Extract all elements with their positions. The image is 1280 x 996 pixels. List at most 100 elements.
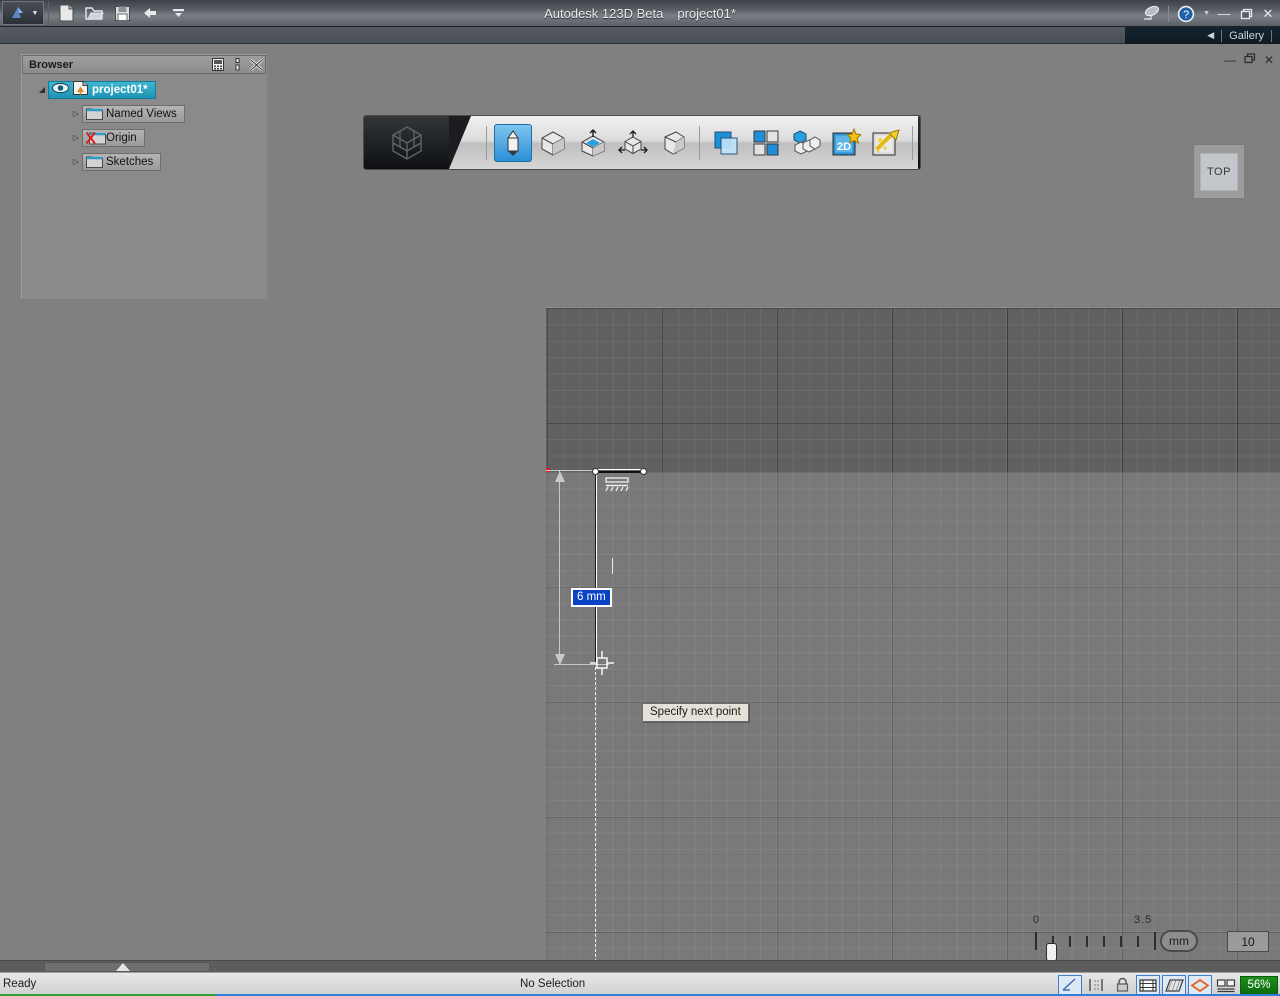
view-cube[interactable]: TOP — [1193, 144, 1245, 199]
quick-access-dropdown-icon[interactable] — [167, 2, 189, 24]
doc-close-button[interactable]: ✕ — [1264, 53, 1274, 67]
expander-collapsed-icon[interactable]: ▷ — [70, 132, 82, 144]
group-tool[interactable] — [787, 124, 825, 162]
pencil-icon — [507, 129, 519, 156]
gallery-divider-left — [1221, 29, 1223, 42]
folder-icon — [86, 155, 103, 168]
gallery-tab[interactable]: ◀ Gallery — [1201, 27, 1278, 44]
tree-item-sketches[interactable]: ▷ Sketches — [22, 152, 267, 171]
window-title: Autodesk 123D Beta project01* — [0, 0, 1280, 27]
autodesk-logo-icon — [11, 6, 23, 18]
tree-item-project[interactable]: ◢ project01* — [22, 80, 267, 99]
lock-icon[interactable] — [1110, 975, 1134, 995]
grid-display-icon[interactable] — [1136, 975, 1160, 995]
toolbar-end-cap — [918, 116, 920, 169]
command-tooltip: Specify next point — [642, 703, 749, 722]
tree-node-sketches[interactable]: Sketches — [82, 152, 162, 171]
satellite-dish-icon[interactable] — [1140, 3, 1162, 25]
expander-collapsed-icon[interactable]: ◢ — [36, 84, 48, 96]
tree-item-origin[interactable]: ▷ Origin — [22, 128, 267, 147]
fold-cube-icon — [664, 130, 685, 155]
horizontal-scrollbar[interactable] — [0, 960, 1280, 972]
save-file-icon[interactable] — [111, 2, 133, 24]
tree-label-origin: Origin — [106, 131, 137, 144]
drawing-2d-tool[interactable]: 2D — [827, 124, 865, 162]
app-menu-caret-icon: ▼ — [31, 9, 39, 17]
tree-node-project01[interactable]: project01* — [48, 80, 156, 99]
hidden-folder-icon — [85, 131, 106, 145]
combine-squares-icon — [714, 131, 738, 154]
browser-panel: Browser ◢ project01* ▷ Named Views ▷ Ori… — [21, 54, 267, 299]
browser-close-icon[interactable] — [249, 57, 263, 72]
pattern-tool[interactable] — [654, 124, 692, 162]
browser-list-view-icon[interactable] — [211, 57, 225, 72]
dimension-arrow-up-icon — [555, 471, 565, 482]
doc-minimize-button[interactable]: — — [1224, 53, 1236, 67]
dimension-arrow-down-icon — [555, 654, 565, 665]
tree-node-origin[interactable]: Origin — [82, 128, 145, 147]
transform-cube-icon — [618, 129, 648, 154]
zoom-level-badge[interactable]: 56% — [1240, 975, 1278, 995]
sketch-point-start[interactable] — [592, 468, 599, 475]
visibility-eye-icon[interactable] — [52, 82, 69, 97]
open-file-icon[interactable] — [83, 2, 105, 24]
undo-icon[interactable] — [139, 2, 161, 24]
ruler-unit-button[interactable]: mm — [1160, 930, 1198, 952]
orbit-mode-icon[interactable] — [1188, 975, 1212, 995]
combine-tool[interactable] — [707, 124, 745, 162]
window-maximize-button[interactable] — [1238, 5, 1254, 23]
ruler-tick — [1035, 932, 1037, 950]
quick-access-toolbar — [48, 1, 189, 25]
grid-horizon-line — [546, 307, 1280, 308]
chevron-left-icon[interactable]: ◀ — [1207, 30, 1214, 41]
sketch-tool[interactable] — [494, 123, 532, 162]
view-cube-face-label[interactable]: TOP — [1200, 152, 1238, 191]
toolbar-tool-group: 2D — [449, 123, 918, 162]
2d-star-icon: 2D — [832, 127, 861, 155]
dual-view-icon[interactable] — [1214, 975, 1238, 995]
tree-label-sketches: Sketches — [106, 155, 154, 168]
ruler-tick — [1086, 936, 1088, 947]
grid-pattern-tool[interactable] — [747, 124, 785, 162]
toolbar-logo[interactable] — [364, 116, 471, 169]
ruler-max-value-field[interactable]: 10 — [1227, 931, 1269, 952]
dimension-input-field[interactable]: 6 mm — [571, 588, 612, 607]
browser-dock-pin-icon[interactable] — [230, 57, 244, 72]
horizontal-constraint-icon[interactable] — [605, 477, 631, 493]
application-menu-button[interactable]: ▼ — [2, 1, 44, 25]
sketch-plane-icon[interactable] — [1162, 975, 1186, 995]
tree-item-named-views[interactable]: ▷ Named Views — [22, 104, 267, 123]
expander-collapsed-icon[interactable]: ▷ — [70, 108, 82, 120]
construct-tool[interactable] — [574, 124, 612, 162]
ruler-tick — [1069, 936, 1071, 947]
help-icon[interactable]: ? — [1175, 3, 1197, 25]
ruler-tick-label-min: 0 — [1033, 914, 1041, 926]
toolbar-separator — [912, 125, 913, 160]
sketch-point-end[interactable] — [640, 468, 647, 475]
snap-angle-icon[interactable] — [1058, 975, 1082, 995]
sketch-vertical-line[interactable] — [595, 471, 597, 664]
four-squares-icon — [753, 130, 779, 155]
title-bar: ▼ Autodesk 123D Beta project01* ? ▼ — ✕ — [0, 0, 1280, 27]
ruler-tick — [1120, 936, 1122, 947]
selection-status-text: No Selection — [520, 978, 586, 990]
window-minimize-button[interactable]: — — [1216, 5, 1232, 23]
smart-tool[interactable] — [867, 124, 905, 162]
scrollbar-grip-icon[interactable] — [116, 963, 130, 971]
snap-grid-icon[interactable] — [1084, 975, 1108, 995]
viewport-canvas[interactable]: 6 mm Specify next point — [546, 307, 1280, 968]
modify-tool[interactable] — [614, 124, 652, 162]
tree-node-named-views[interactable]: Named Views — [82, 104, 185, 123]
new-file-icon[interactable] — [55, 2, 77, 24]
gallery-bar-filler — [0, 27, 1125, 44]
svg-text:?: ? — [1183, 9, 1189, 21]
dimension-line — [559, 471, 560, 664]
primitives-tool[interactable] — [534, 124, 572, 162]
window-close-button[interactable]: ✕ — [1260, 5, 1276, 23]
expander-collapsed-icon[interactable]: ▷ — [70, 156, 82, 168]
toolbar-separator — [486, 125, 487, 160]
grid-upper-region — [546, 307, 1280, 472]
help-dropdown-icon[interactable]: ▼ — [1203, 10, 1210, 17]
cube-group-icon — [793, 129, 821, 155]
doc-restore-button[interactable] — [1244, 53, 1256, 67]
